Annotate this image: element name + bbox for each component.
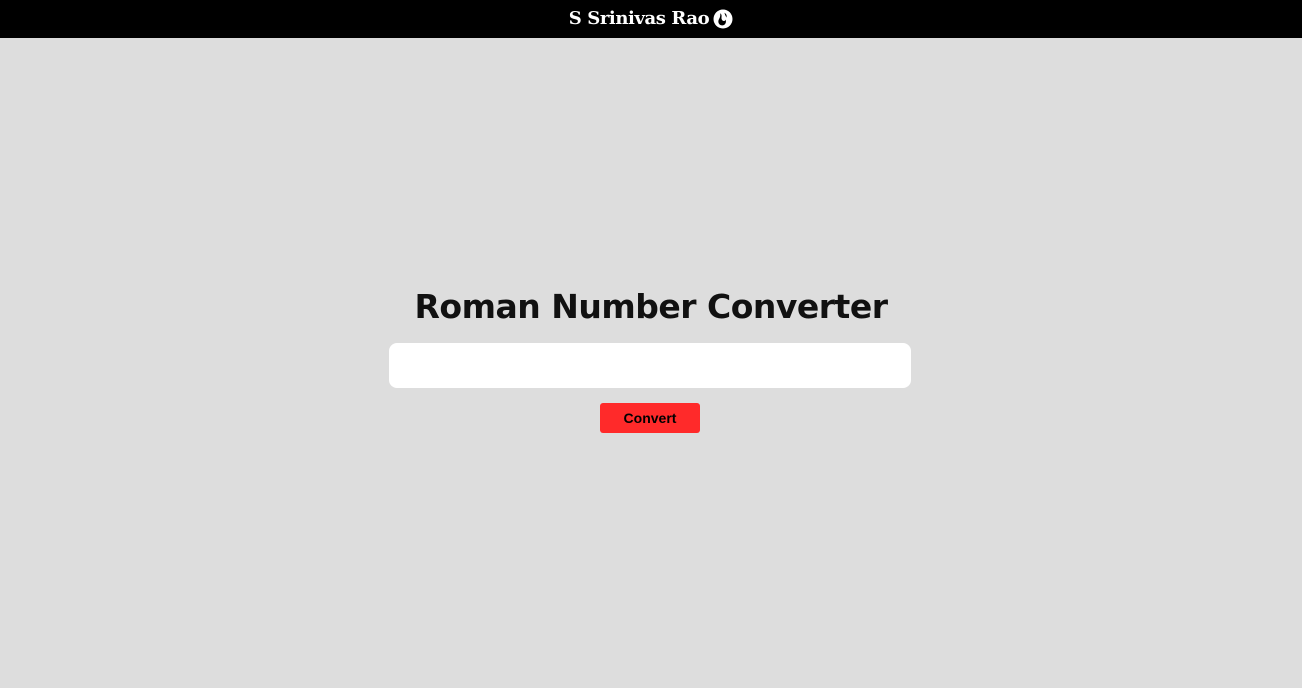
number-input[interactable] bbox=[389, 343, 911, 388]
page-title: Roman Number Converter bbox=[414, 287, 888, 326]
converter-main: Roman Number Converter Convert bbox=[0, 38, 1302, 688]
flame-logo-icon bbox=[713, 9, 733, 29]
top-nav-bar: S Srinivas Rao bbox=[0, 0, 1302, 38]
convert-button[interactable]: Convert bbox=[600, 403, 700, 433]
brand-logo-link[interactable]: S Srinivas Rao bbox=[569, 9, 733, 29]
brand-name: S Srinivas Rao bbox=[568, 8, 710, 29]
